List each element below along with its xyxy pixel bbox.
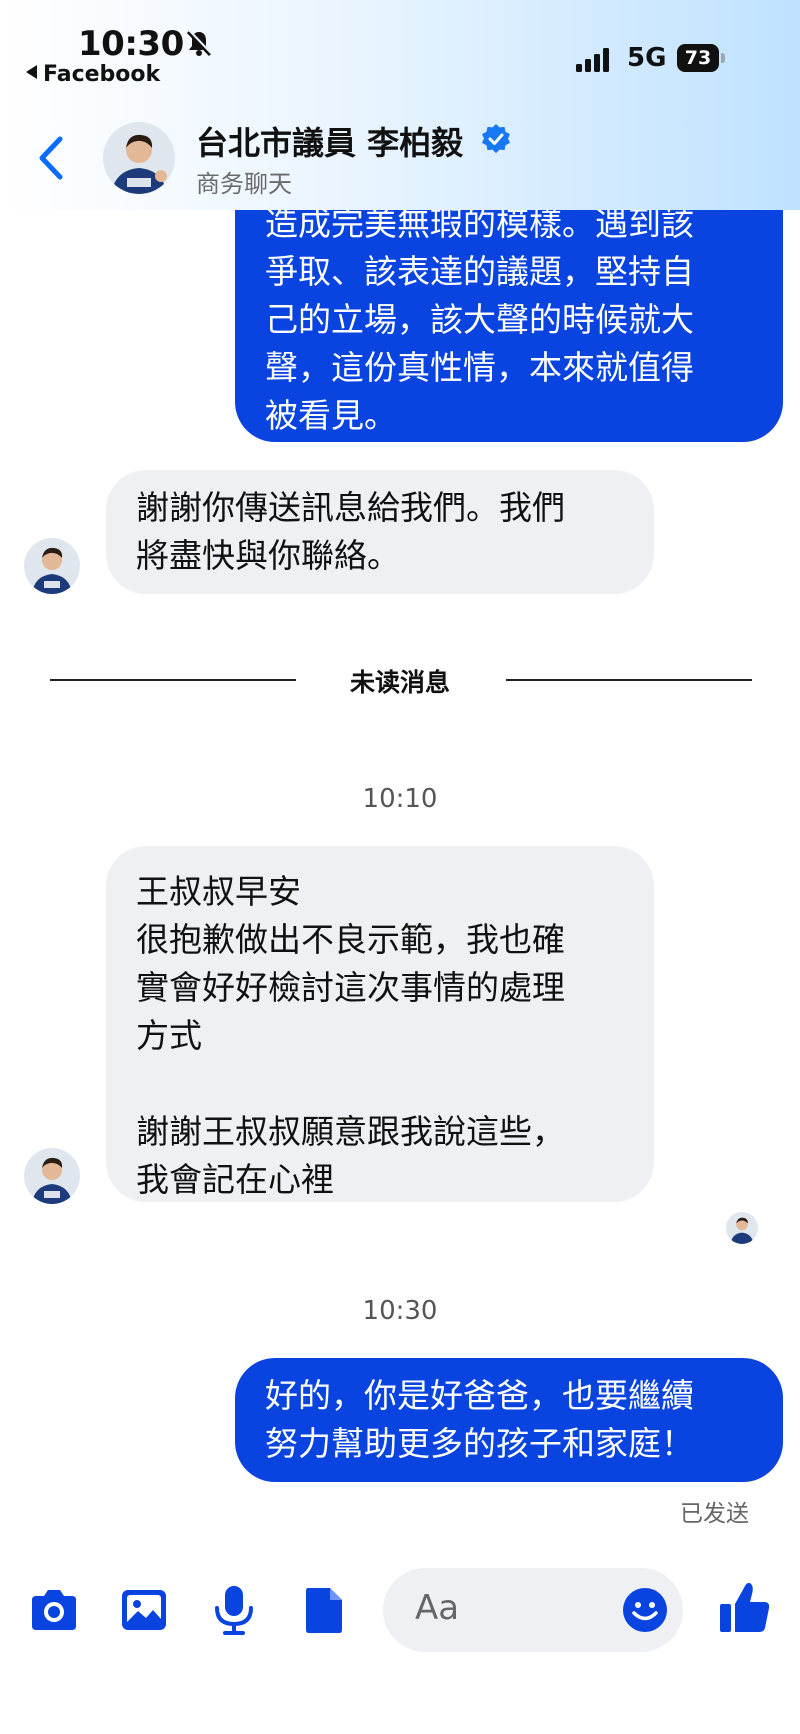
incoming-message[interactable]: 謝謝你傳送訊息給我們。我們 將盡快與你聯絡。 bbox=[106, 470, 654, 594]
incoming-message[interactable]: 王叔叔早安 很抱歉做出不良示範，我也確 實會好好檢討這次事情的處理 方式 謝謝王… bbox=[106, 846, 654, 1202]
status-time: 10:30 bbox=[78, 24, 184, 64]
message-line: 很抱歉做出不良示範，我也確 bbox=[136, 920, 565, 959]
message-line: 實會好好檢討這次事情的處理 bbox=[136, 968, 565, 1007]
profile-avatar[interactable] bbox=[103, 122, 175, 194]
message-line: 努力幫助更多的孩子和家庭！ bbox=[265, 1424, 694, 1463]
message-line: 我會記在心裡 bbox=[136, 1160, 334, 1199]
emoji-icon[interactable] bbox=[621, 1586, 669, 1634]
chat-subtitle: 商务聊天 bbox=[196, 170, 292, 198]
message-line: 聲，這份真性情，本來就值得 bbox=[265, 348, 694, 387]
message-line: 謝謝你傳送訊息給我們。我們 bbox=[136, 488, 565, 527]
bell-muted-icon bbox=[186, 29, 212, 57]
unread-divider-line bbox=[506, 679, 752, 681]
image-icon[interactable] bbox=[116, 1582, 172, 1638]
like-icon[interactable] bbox=[718, 1578, 772, 1636]
read-receipt-avatar bbox=[726, 1212, 758, 1244]
microphone-icon[interactable] bbox=[206, 1582, 262, 1638]
outgoing-message[interactable]: 好的，你是好爸爸，也要繼續 努力幫助更多的孩子和家庭！ bbox=[235, 1358, 783, 1482]
battery-level: 73 bbox=[677, 44, 719, 72]
message-input-placeholder: Aa bbox=[415, 1588, 460, 1628]
sent-status: 已发送 bbox=[680, 1501, 749, 1527]
sender-avatar[interactable] bbox=[24, 1148, 80, 1204]
message-line: 謝謝王叔叔願意跟我說這些， bbox=[136, 1112, 565, 1151]
unread-divider-label: 未读消息 bbox=[349, 668, 450, 697]
camera-icon[interactable] bbox=[26, 1582, 82, 1638]
message-input[interactable]: Aa bbox=[383, 1568, 683, 1652]
message-line: 被看見。 bbox=[265, 396, 397, 435]
bottom-safe-area bbox=[0, 1690, 800, 1734]
back-chevron-icon[interactable] bbox=[36, 135, 66, 181]
back-triangle-icon bbox=[26, 65, 37, 79]
message-line bbox=[136, 1060, 624, 1108]
sender-avatar[interactable] bbox=[24, 538, 80, 594]
message-timestamp: 10:10 bbox=[362, 784, 438, 814]
verified-badge-icon bbox=[482, 124, 510, 154]
message-timestamp: 10:30 bbox=[362, 1296, 438, 1326]
chat-title[interactable]: 台北市議員 李柏毅 bbox=[196, 118, 463, 164]
message-line: 好的，你是好爸爸，也要繼續 bbox=[265, 1376, 694, 1415]
message-line: 將盡快與你聯絡。 bbox=[136, 536, 400, 575]
back-app-label: Facebook bbox=[43, 62, 161, 87]
cellular-signal-icon bbox=[576, 48, 609, 72]
message-line: 王叔叔早安 bbox=[136, 872, 301, 911]
file-icon[interactable] bbox=[296, 1582, 352, 1638]
message-line: 爭取、該表達的議題，堅持自 bbox=[265, 252, 694, 291]
network-type: 5G bbox=[627, 43, 667, 73]
battery-icon: 73 bbox=[677, 44, 729, 72]
message-line: 方式 bbox=[136, 1016, 202, 1055]
message-line: 己的立場，該大聲的時候就大 bbox=[265, 300, 694, 339]
back-to-app[interactable]: Facebook bbox=[26, 62, 160, 87]
